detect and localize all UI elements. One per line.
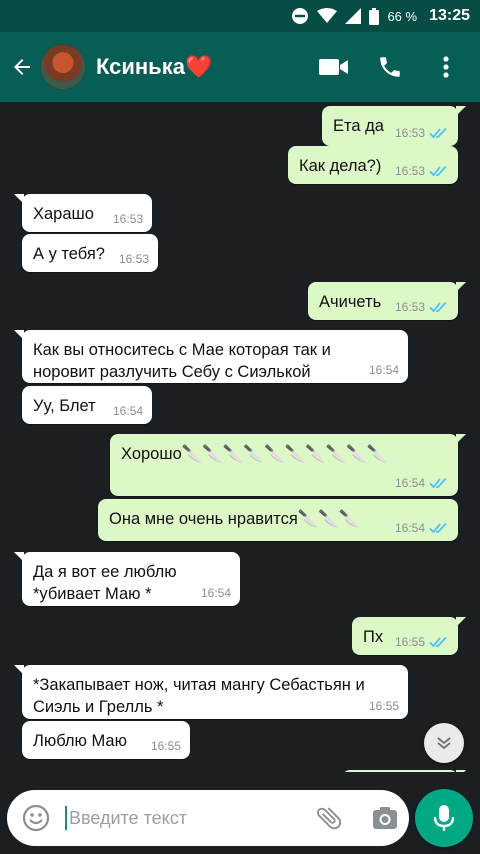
avatar[interactable] <box>40 44 86 90</box>
message-time: 16:53 <box>394 300 425 314</box>
message-time: 16:53 <box>394 164 425 178</box>
message-text-line: Сиэль и Грелль * <box>33 698 164 716</box>
double-chevron-down-icon <box>437 737 451 750</box>
message-time: 16:54 <box>394 521 425 535</box>
status-bar: 66 % 13:25 <box>0 0 480 32</box>
message-text-line: *убивает Маю * <box>33 585 152 603</box>
back-arrow-icon <box>14 59 30 75</box>
message-time: 16:54 <box>394 476 425 490</box>
wifi-icon <box>317 8 338 24</box>
chat-header: Ксинька❤️ <box>0 32 480 102</box>
read-ticks-icon <box>429 127 447 139</box>
do-not-disturb-icon <box>291 7 309 25</box>
message-input[interactable] <box>69 807 299 829</box>
message-time: 16:55 <box>150 739 181 753</box>
message-time: 16:54 <box>112 404 143 418</box>
voice-call-button[interactable] <box>374 47 406 87</box>
message-time: 16:54 <box>200 586 231 600</box>
message-text: Она мне очень нравится🔪🔪🔪 <box>109 510 360 528</box>
phone-icon <box>380 57 400 77</box>
message-text: *Закапывает нож, читая мангу Себастьян и… <box>33 674 365 718</box>
read-ticks-icon <box>429 636 447 648</box>
message-bubble-outgoing[interactable]: Ачичеть 16:53 <box>308 282 466 320</box>
read-ticks-icon <box>429 165 447 177</box>
message-bubble-incoming[interactable]: Как вы относитесь с Мае которая так и но… <box>14 330 408 383</box>
message-text-line: *Закапывает нож, читая мангу Себастьян и <box>33 676 365 694</box>
message-bubble-incoming[interactable]: Люблю Маю 16:55 <box>22 721 190 759</box>
attach-button[interactable] <box>309 796 349 840</box>
message-bubble-outgoing[interactable]: Пх 16:55 <box>352 617 466 655</box>
message-time: 16:53 <box>112 212 143 226</box>
message-bubble-incoming[interactable]: *Закапывает нож, читая мангу Себастьян и… <box>14 665 408 719</box>
message-bubble-outgoing[interactable]: Она мне очень нравится🔪🔪🔪 16:54 <box>98 499 458 541</box>
message-bubble-outgoing[interactable]: Хорошо🔪🔪🔪🔪🔪🔪🔪🔪🔪🔪 16:54 <box>110 434 466 496</box>
message-text: Уу, Блет <box>33 397 96 415</box>
read-ticks-icon <box>429 522 447 534</box>
signal-icon <box>345 8 362 24</box>
back-button[interactable] <box>4 45 40 89</box>
message-time: 16:55 <box>368 699 399 713</box>
battery-icon <box>369 7 380 25</box>
emoji-icon <box>22 804 50 832</box>
message-text: Ета да <box>333 117 384 135</box>
camera-button[interactable] <box>365 796 405 840</box>
emoji-button[interactable] <box>11 793 61 843</box>
scroll-to-bottom-button[interactable] <box>424 723 464 763</box>
message-text: Пх <box>363 628 384 646</box>
video-call-icon <box>319 59 348 75</box>
more-vert-icon <box>443 56 449 78</box>
camera-icon <box>373 807 397 829</box>
battery-percent: 66 % <box>387 8 418 24</box>
message-text: Да я вот ее люблю *убивает Маю * <box>33 561 177 605</box>
message-text-line: норовит разлучить Себу с Сиэлькой <box>33 363 311 381</box>
microphone-icon <box>433 805 455 831</box>
message-bubble-incoming[interactable]: Уу, Блет 16:54 <box>22 386 152 424</box>
message-text: Харашо <box>33 205 94 223</box>
message-bubble-outgoing[interactable]: Ета да 16:53 <box>322 106 466 146</box>
contact-name[interactable]: Ксинька❤️ <box>96 54 212 80</box>
message-composer <box>7 790 409 846</box>
video-call-button[interactable] <box>318 47 350 87</box>
message-bubble-outgoing[interactable] <box>342 770 466 772</box>
message-bubble-incoming[interactable]: А у тебя? 16:53 <box>22 234 158 272</box>
message-time: 16:53 <box>118 252 149 266</box>
message-time: 16:55 <box>394 635 425 649</box>
message-time: 16:53 <box>394 126 425 140</box>
message-text: А у тебя? <box>33 245 105 263</box>
read-ticks-icon <box>429 301 447 313</box>
message-text: Хорошо🔪🔪🔪🔪🔪🔪🔪🔪🔪🔪 <box>121 445 388 463</box>
more-options-button[interactable] <box>430 47 462 87</box>
message-text: Ачичеть <box>319 293 382 311</box>
message-text-line: Как вы относитесь с Мае которая так и <box>33 341 331 359</box>
message-text: Люблю Маю <box>33 732 127 750</box>
paperclip-icon <box>316 807 342 830</box>
message-text: Как дела?) <box>299 157 382 175</box>
text-cursor <box>65 806 67 830</box>
message-bubble-incoming[interactable]: Да я вот ее люблю *убивает Маю * 16:54 <box>14 552 240 606</box>
message-bubble-incoming[interactable]: Харашо 16:53 <box>14 194 152 232</box>
message-time: 16:54 <box>368 363 399 377</box>
voice-message-button[interactable] <box>415 789 473 847</box>
message-bubble-outgoing[interactable]: Как дела?) 16:53 <box>288 146 458 184</box>
message-list[interactable]: Ета да 16:53 Как дела?) 16:53 Харашо 16:… <box>0 102 480 772</box>
clock: 13:25 <box>429 7 470 24</box>
read-ticks-icon <box>429 477 447 489</box>
message-text-line: Да я вот ее люблю <box>33 563 177 581</box>
message-text: Как вы относитесь с Мае которая так и но… <box>33 339 331 383</box>
